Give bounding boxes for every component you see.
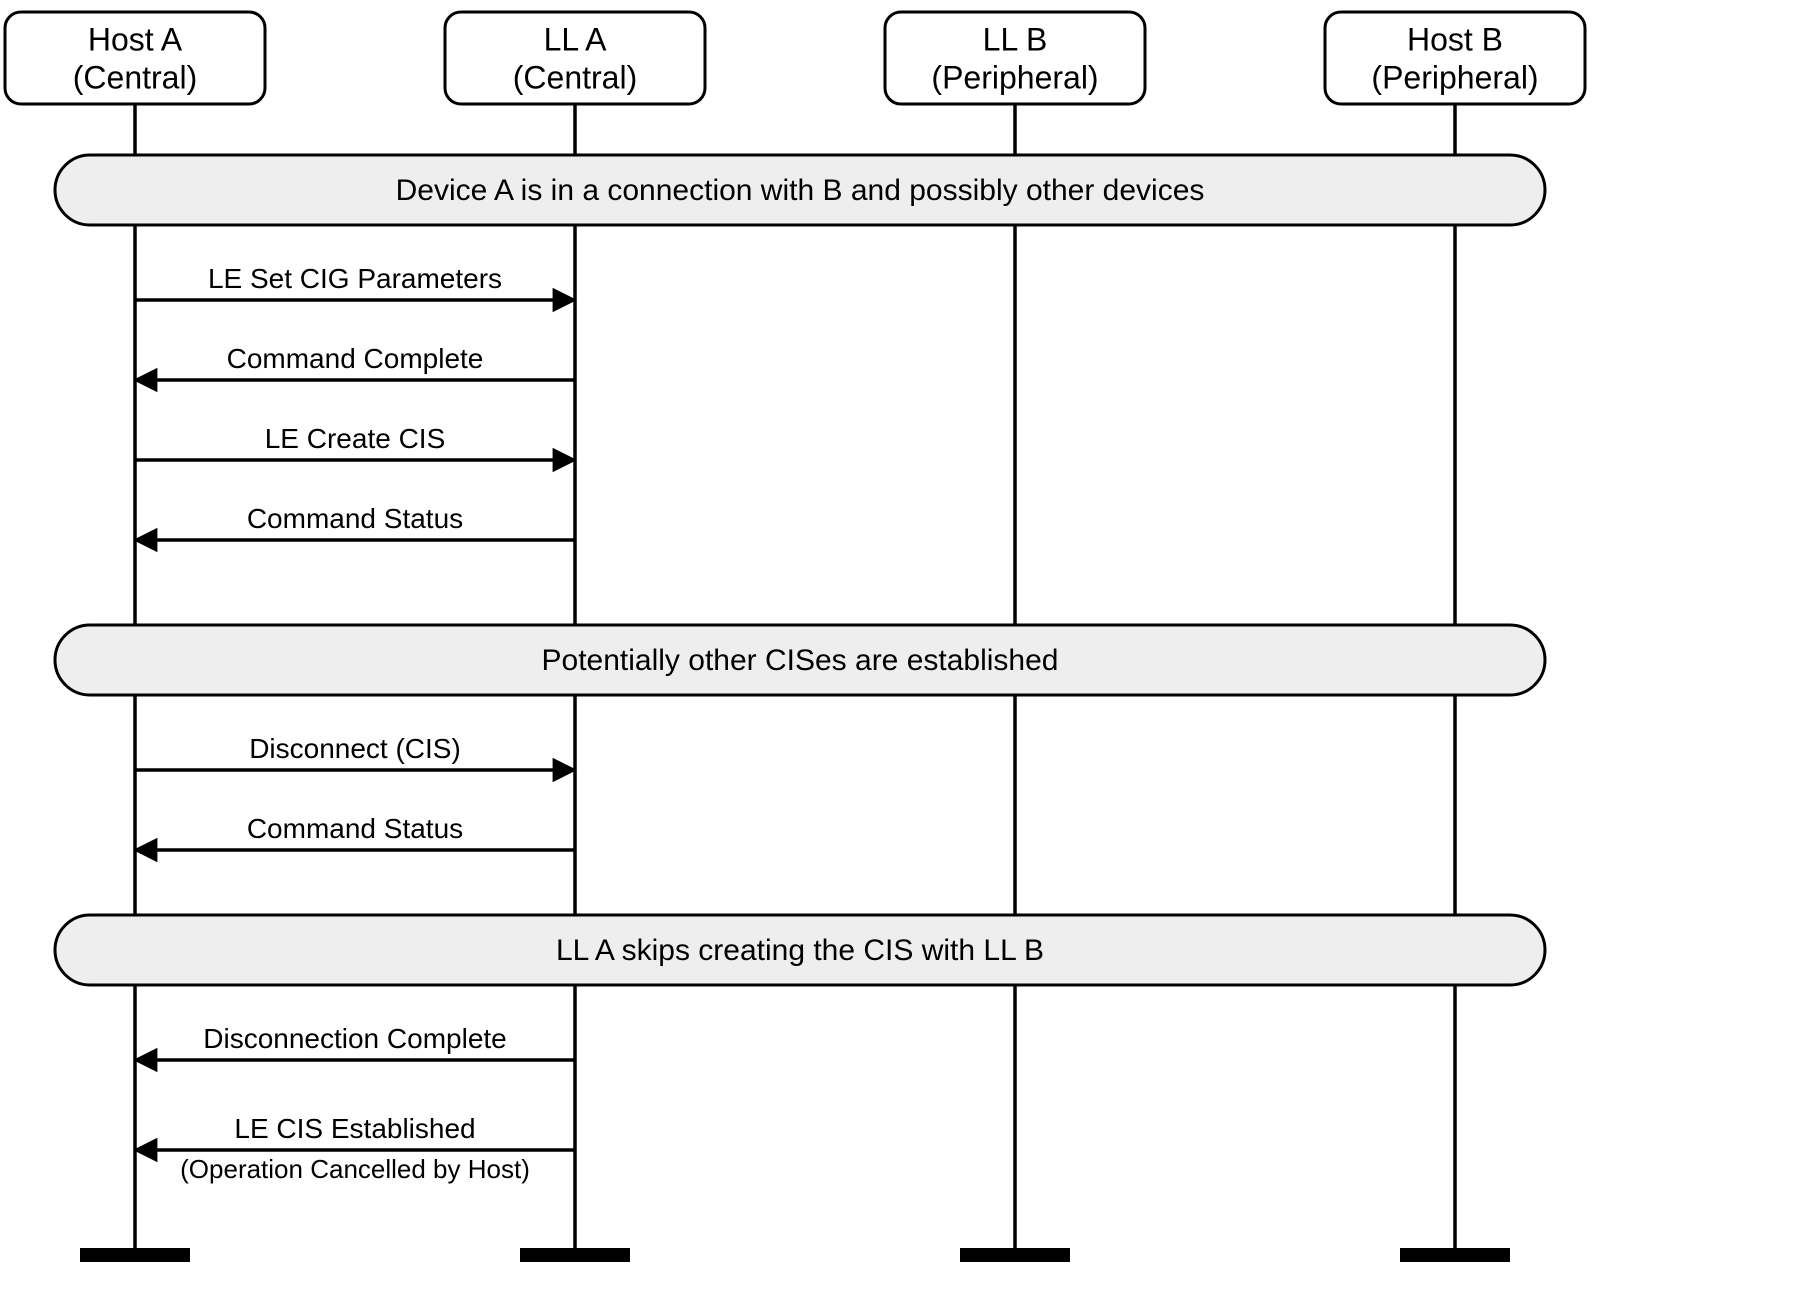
message-sublabel-7: (Operation Cancelled by Host): [180, 1154, 530, 1184]
participant-role-hostA: (Central): [73, 59, 197, 95]
participant-title-llA: LL A: [544, 21, 608, 57]
message-label-5: Command Status: [247, 813, 463, 844]
participant-role-llB: (Peripheral): [931, 59, 1098, 95]
note-text-0: Device A is in a connection with B and p…: [396, 174, 1205, 207]
message-label-0: LE Set CIG Parameters: [208, 263, 502, 294]
message-label-3: Command Status: [247, 503, 463, 534]
note-text-2: LL A skips creating the CIS with LL B: [556, 934, 1044, 967]
message-label-2: LE Create CIS: [265, 423, 446, 454]
participant-title-hostB: Host B: [1407, 21, 1503, 57]
message-label-4: Disconnect (CIS): [249, 733, 461, 764]
participant-role-llA: (Central): [513, 59, 637, 95]
message-label-7: LE CIS Established: [234, 1113, 475, 1144]
message-label-6: Disconnection Complete: [203, 1023, 507, 1054]
participant-role-hostB: (Peripheral): [1371, 59, 1538, 95]
participant-title-llB: LL B: [983, 21, 1048, 57]
message-label-1: Command Complete: [227, 343, 484, 374]
participant-title-hostA: Host A: [88, 21, 183, 57]
note-text-1: Potentially other CISes are established: [542, 644, 1059, 677]
